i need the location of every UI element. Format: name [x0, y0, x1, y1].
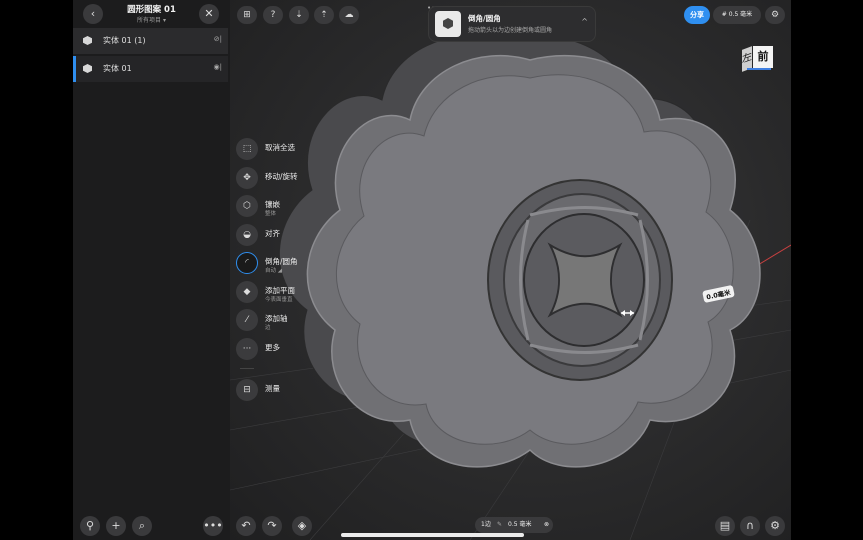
body-label: 实体 01 (1) — [103, 36, 146, 45]
tool-label: 移动/旋转 — [265, 172, 298, 181]
share-out-icon[interactable]: ⇡ — [314, 6, 334, 24]
body-row-2[interactable]: 实体 01 ◉| — [73, 56, 228, 82]
close-circle-icon[interactable]: ⊗ — [544, 517, 549, 533]
measure-icon: ⊟ — [236, 379, 258, 401]
coin-square-hole[interactable] — [547, 242, 623, 318]
move-rotate-icon: ✥ — [236, 167, 258, 189]
cloud-icon[interactable]: ☁ — [339, 6, 359, 24]
redo-icon[interactable]: ↷ — [262, 516, 282, 536]
notice-subtitle: 拖动箭头以为边创建倒角或圆角 — [468, 27, 553, 34]
undo-icon[interactable]: ↶ — [236, 516, 256, 536]
cube-icon — [83, 36, 92, 45]
tool-divider — [240, 368, 254, 369]
tool-align[interactable]: ◒ 对齐 — [233, 224, 353, 250]
tool-label: 取消全选 — [265, 143, 295, 152]
search-icon[interactable]: ⌕ — [132, 516, 152, 536]
more-icon[interactable]: ••• — [203, 516, 223, 536]
fillet-value[interactable]: 0.5 毫米 — [508, 517, 531, 533]
axis-icon: ⁄ — [236, 309, 258, 331]
library-icon[interactable]: ▤ — [715, 516, 735, 536]
close-icon[interactable]: ✕ — [199, 4, 219, 24]
hidden-eye-icon[interactable]: ⊘| — [214, 35, 222, 43]
download-icon[interactable]: ⇣ — [289, 6, 309, 24]
fillet-value-pill[interactable]: 1边 ✎ 0.5 毫米 ⊗ — [475, 517, 553, 533]
back-icon[interactable]: ‹ — [83, 4, 103, 24]
home-indicator — [341, 533, 524, 537]
tool-sublabel[interactable]: 自动 ◢ — [265, 266, 282, 274]
magnet-icon[interactable]: ∩ — [740, 516, 760, 536]
tool-label: 对齐 — [265, 229, 280, 238]
tool-label: 测量 — [265, 384, 280, 393]
notice-title: 倒角/圆角 — [468, 14, 501, 23]
view-cube[interactable]: 左 前 — [742, 44, 774, 72]
grid-view-icon[interactable]: ⊞ — [237, 6, 257, 24]
sidebar: ‹ 圆形图案 01 所有项目 ▾ ✕ 实体 01 (1) ⊘| 实体 01 ◉|… — [73, 0, 231, 540]
eye-icon[interactable]: ◉| — [214, 63, 222, 71]
cube-icon — [83, 64, 92, 73]
gear-icon[interactable]: ⚙ — [765, 6, 785, 24]
tool-measure[interactable]: ⊟ 测量 — [233, 379, 353, 405]
fillet-cube-icon — [435, 11, 461, 37]
grid-size-button[interactable]: # 0.5 毫米 — [713, 6, 761, 24]
fillet-icon: ◜ — [236, 252, 258, 274]
tool-sublabel: 边 — [265, 325, 271, 331]
app-window: ‹ 圆形图案 01 所有项目 ▾ ✕ 实体 01 (1) ⊘| 实体 01 ◉|… — [73, 0, 791, 540]
hexagon-icon: ⬡ — [236, 195, 258, 217]
tool-add-axis[interactable]: ⁄ 添加轴 边 — [233, 309, 353, 335]
body-row-1[interactable]: 实体 01 (1) ⊘| — [73, 28, 228, 54]
tool-sublabel: 今表面垂直 — [265, 297, 293, 303]
settings-icon[interactable]: ⚙ — [765, 516, 785, 536]
add-icon[interactable]: + — [106, 516, 126, 536]
layers-icon[interactable]: ◈ — [292, 516, 312, 536]
pin-icon[interactable]: ⚲ — [80, 516, 100, 536]
tool-deselect[interactable]: ⬚ 取消全选 — [233, 138, 353, 164]
tool-add-plane[interactable]: ◆ 添加平面 今表面垂直 — [233, 281, 353, 307]
tool-label: 更多 — [265, 343, 280, 352]
body-label: 实体 01 — [103, 64, 132, 73]
project-title[interactable]: 圆形图案 01 — [103, 3, 200, 15]
share-button[interactable]: 分享 — [684, 6, 710, 24]
align-icon: ◒ — [236, 224, 258, 246]
tool-fillet[interactable]: ◜ 倒角/圆角 自动 ◢ — [233, 252, 353, 278]
tool-tessellate[interactable]: ⬡ 镶嵌 整体 — [233, 195, 353, 221]
tool-more[interactable]: ··· 更多 — [233, 338, 353, 364]
fillet-notice[interactable]: 倒角/圆角 拖动箭头以为边创建倒角或圆角 ^ — [428, 6, 596, 42]
chevron-up-icon[interactable]: ^ — [581, 17, 588, 26]
sidebar-header: ‹ 圆形图案 01 所有项目 ▾ ✕ — [73, 0, 230, 28]
view-cube-axis — [747, 68, 771, 70]
view-cube-front[interactable]: 前 — [753, 46, 773, 68]
more-icon: ··· — [236, 338, 258, 360]
deselect-icon: ⬚ — [236, 138, 258, 160]
project-subtitle[interactable]: 所有项目 ▾ — [103, 15, 200, 24]
tool-move-rotate[interactable]: ✥ 移动/旋转 — [233, 167, 353, 193]
plane-icon: ◆ — [236, 281, 258, 303]
help-icon[interactable]: ? — [263, 6, 283, 24]
pencil-icon: ✎ — [497, 521, 503, 528]
tool-sublabel: 整体 — [265, 211, 277, 217]
edges-count: 1边 — [481, 521, 491, 528]
